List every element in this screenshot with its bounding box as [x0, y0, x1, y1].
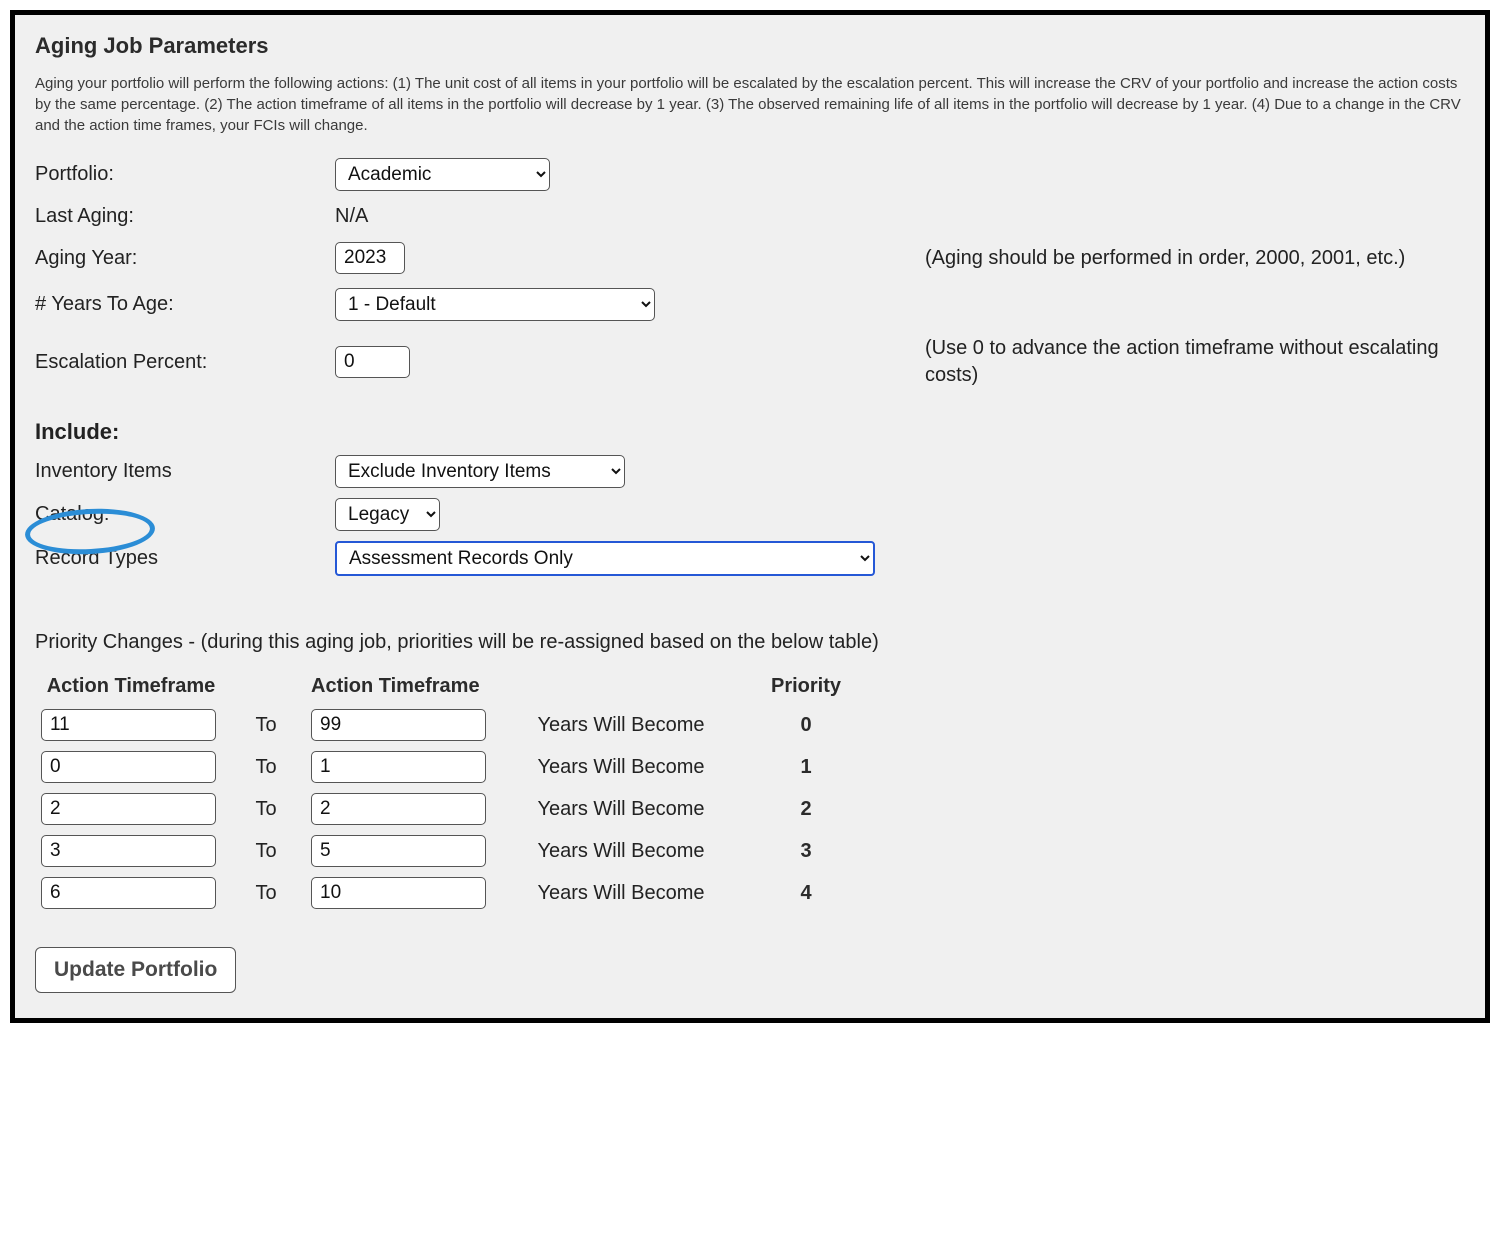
include-grid: Inventory Items Exclude Inventory Items … — [35, 455, 1465, 576]
update-portfolio-button[interactable]: Update Portfolio — [35, 947, 236, 993]
col-action-timeframe-from: Action Timeframe — [41, 674, 221, 699]
to-label: To — [221, 714, 311, 737]
catalog-label: Catalog: — [35, 503, 335, 526]
escalation-percent-input[interactable] — [335, 346, 410, 378]
aging-year-label: Aging Year: — [35, 247, 335, 270]
escalation-percent-cell — [335, 346, 925, 378]
include-heading: Include: — [35, 419, 119, 445]
years-will-become-label: Years Will Become — [491, 840, 751, 863]
priority-header-row: Action Timeframe Action Timeframe Priori… — [41, 674, 1465, 699]
escalation-percent-note: (Use 0 to advance the action timeframe w… — [925, 335, 1465, 389]
years-to-age-select[interactable]: 1 - Default — [335, 288, 655, 321]
priority-to-input[interactable] — [311, 709, 486, 741]
portfolio-select[interactable]: Academic — [335, 158, 550, 191]
priority-table: Action Timeframe Action Timeframe Priori… — [41, 674, 1465, 909]
last-aging-value: N/A — [335, 205, 925, 228]
priority-value: 0 — [751, 714, 861, 737]
record-types-label: Record Types — [35, 547, 335, 570]
aging-year-note: (Aging should be performed in order, 200… — [925, 245, 1465, 272]
years-will-become-label: Years Will Become — [491, 714, 751, 737]
priority-row: To Years Will Become 3 — [41, 835, 1465, 867]
priority-changes-heading: Priority Changes - (during this aging jo… — [35, 631, 1465, 654]
years-will-become-label: Years Will Become — [491, 798, 751, 821]
aging-year-cell — [335, 242, 925, 274]
last-aging-label: Last Aging: — [35, 205, 335, 228]
priority-value: 2 — [751, 798, 861, 821]
description-text: Aging your portfolio will perform the fo… — [35, 73, 1465, 136]
col-action-timeframe-to: Action Timeframe — [311, 674, 491, 699]
col-priority: Priority — [751, 674, 861, 699]
priority-from-input[interactable] — [41, 793, 216, 825]
form-grid: Portfolio: Academic Last Aging: N/A Agin… — [35, 158, 1465, 389]
years-to-age-cell: 1 - Default — [335, 288, 925, 321]
inventory-items-label: Inventory Items — [35, 460, 335, 483]
priority-value: 3 — [751, 840, 861, 863]
years-to-age-label: # Years To Age: — [35, 293, 335, 316]
page-title: Aging Job Parameters — [35, 33, 1465, 59]
years-will-become-label: Years Will Become — [491, 756, 751, 779]
priority-to-input[interactable] — [311, 835, 486, 867]
priority-to-input[interactable] — [311, 751, 486, 783]
to-label: To — [221, 882, 311, 905]
catalog-select[interactable]: Legacy — [335, 498, 440, 531]
portfolio-cell: Academic — [335, 158, 925, 191]
escalation-percent-label: Escalation Percent: — [35, 351, 335, 374]
priority-row: To Years Will Become 2 — [41, 793, 1465, 825]
aging-job-panel: Aging Job Parameters Aging your portfoli… — [10, 10, 1490, 1023]
to-label: To — [221, 798, 311, 821]
years-will-become-label: Years Will Become — [491, 882, 751, 905]
priority-to-input[interactable] — [311, 877, 486, 909]
record-types-select[interactable]: Assessment Records Only — [335, 541, 875, 576]
inventory-items-select[interactable]: Exclude Inventory Items — [335, 455, 625, 488]
aging-year-input[interactable] — [335, 242, 405, 274]
priority-row: To Years Will Become 0 — [41, 709, 1465, 741]
priority-from-input[interactable] — [41, 709, 216, 741]
priority-value: 4 — [751, 882, 861, 905]
priority-to-input[interactable] — [311, 793, 486, 825]
priority-from-input[interactable] — [41, 877, 216, 909]
priority-from-input[interactable] — [41, 751, 216, 783]
to-label: To — [221, 840, 311, 863]
portfolio-label: Portfolio: — [35, 163, 335, 186]
priority-row: To Years Will Become 4 — [41, 877, 1465, 909]
to-label: To — [221, 756, 311, 779]
priority-from-input[interactable] — [41, 835, 216, 867]
priority-row: To Years Will Become 1 — [41, 751, 1465, 783]
priority-value: 1 — [751, 756, 861, 779]
